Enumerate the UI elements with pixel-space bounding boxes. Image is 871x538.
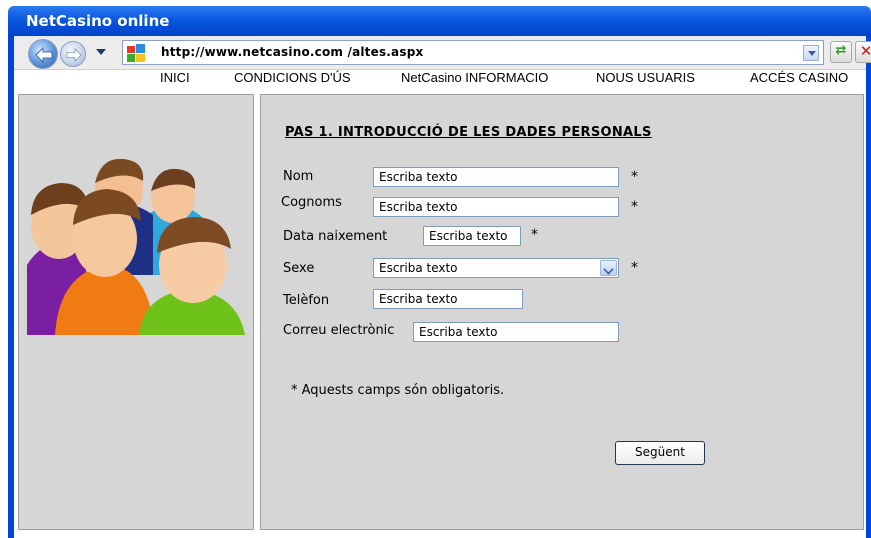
nom-label: Nom <box>283 169 314 184</box>
form-title: PAS 1. INTRODUCCIÓ DE LES DADES PERSONAL… <box>285 125 652 140</box>
next-button[interactable]: Següent <box>615 441 705 465</box>
title-bar: NetCasino online <box>8 6 871 36</box>
menu-item-informacio[interactable]: NetCasino INFORMACIO <box>401 70 548 85</box>
sexe-selected-value: Escriba texto <box>379 261 458 275</box>
required-fields-note: * Aquests camps són obligatoris. <box>291 383 505 398</box>
menu-item-inici[interactable]: INICI <box>160 70 190 85</box>
history-dropdown-icon[interactable] <box>96 49 106 55</box>
nom-input[interactable]: Escriba texto <box>373 167 619 187</box>
required-marker: * <box>631 260 638 276</box>
window-frame-right <box>866 36 871 538</box>
browser-window: NetCasino online http://www.netcasino.co… <box>0 0 871 538</box>
back-arrow-icon <box>35 47 53 63</box>
forward-button[interactable] <box>60 41 86 67</box>
address-dropdown-button[interactable] <box>803 45 819 61</box>
sexe-label: Sexe <box>283 261 315 276</box>
chevron-down-icon[interactable] <box>600 260 617 276</box>
form-panel: PAS 1. INTRODUCCIÓ DE LES DADES PERSONAL… <box>260 94 864 530</box>
required-marker: * <box>631 199 638 215</box>
site-favicon-icon <box>127 44 145 62</box>
required-marker: * <box>631 169 638 185</box>
menu-item-condicions[interactable]: CONDICIONS D'ÚS <box>234 70 351 85</box>
telefon-input[interactable]: Escriba texto <box>373 289 523 309</box>
sexe-select[interactable]: Escriba texto <box>373 258 619 278</box>
address-bar[interactable]: http://www.netcasino.com /altes.aspx <box>122 40 824 65</box>
go-arrows-icon: ⇄ <box>835 43 847 58</box>
cognoms-label: Cognoms <box>281 195 342 210</box>
url-text: http://www.netcasino.com /altes.aspx <box>161 45 424 59</box>
users-group-icon <box>27 158 245 335</box>
site-menu: INICI CONDICIONS D'ÚS NetCasino INFORMAC… <box>14 70 866 88</box>
close-x-icon: ✕ <box>859 42 871 60</box>
stop-button[interactable]: ✕ <box>855 41 871 63</box>
required-marker: * <box>531 227 538 243</box>
browser-toolbar: http://www.netcasino.com /altes.aspx ⇄ ✕ <box>14 36 871 70</box>
sidebar-panel <box>18 94 254 530</box>
window-title: NetCasino online <box>26 12 170 30</box>
back-button[interactable] <box>28 39 58 69</box>
cognoms-input[interactable]: Escriba texto <box>373 197 619 217</box>
data-naixement-label: Data naixement <box>283 229 388 244</box>
correu-label: Correu electrònic <box>283 323 395 338</box>
correu-input[interactable]: Escriba texto <box>413 322 619 342</box>
telefon-label: Telèfon <box>283 293 330 308</box>
data-naixement-input[interactable]: Escriba texto <box>423 226 521 246</box>
menu-item-nous-usuaris[interactable]: NOUS USUARIS <box>596 70 695 85</box>
go-button[interactable]: ⇄ <box>830 41 852 63</box>
page-content: PAS 1. INTRODUCCIÓ DE LES DADES PERSONAL… <box>14 88 866 538</box>
menu-item-acces-casino[interactable]: ACCÉS CASINO <box>750 70 848 85</box>
forward-arrow-icon <box>66 48 82 62</box>
